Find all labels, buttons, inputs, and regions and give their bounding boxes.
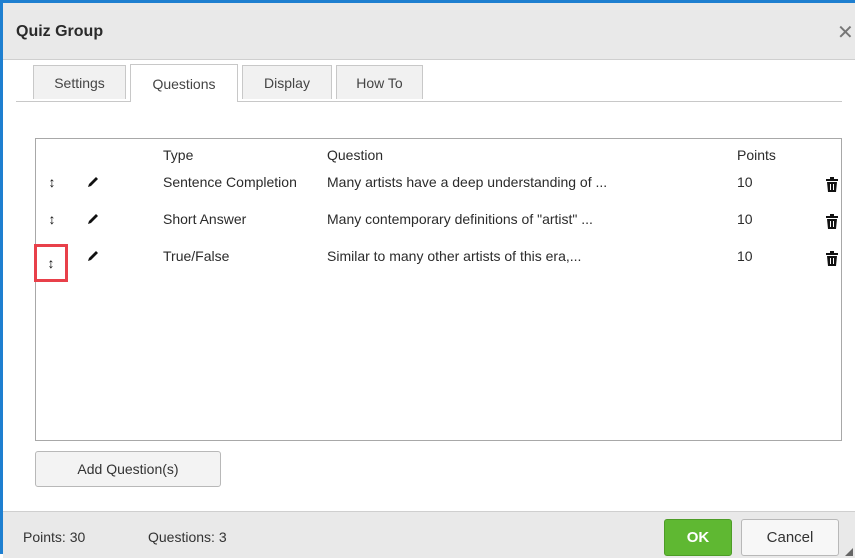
tab-display[interactable]: Display xyxy=(242,65,332,99)
tab-bar: Settings Questions Display How To xyxy=(16,61,842,102)
dialog-titlebar: Quiz Group ✕ xyxy=(3,3,855,60)
ok-button[interactable]: OK xyxy=(664,519,732,556)
tab-settings[interactable]: Settings xyxy=(33,65,126,99)
dialog-title: Quiz Group xyxy=(16,23,104,40)
trash-icon[interactable] xyxy=(825,214,839,230)
question-points: 10 xyxy=(737,248,753,264)
table-row: ↕ True/False Similar to many other artis… xyxy=(34,244,841,282)
pencil-icon[interactable] xyxy=(85,174,101,190)
tab-how-to[interactable]: How To xyxy=(336,65,423,99)
questions-count: Questions: 3 xyxy=(148,529,227,545)
question-type: Sentence Completion xyxy=(163,174,297,190)
column-header-question: Question xyxy=(327,147,384,163)
dialog-footer: Points: 30 Questions: 3 OK Cancel xyxy=(3,511,855,558)
move-vertical-icon[interactable]: ↕ xyxy=(42,172,62,192)
trash-icon[interactable] xyxy=(825,177,839,193)
trash-icon[interactable] xyxy=(825,251,839,267)
question-text: Similar to many other artists of this er… xyxy=(327,248,582,264)
question-text: Many artists have a deep understanding o… xyxy=(327,174,608,190)
column-header-points: Points xyxy=(737,147,776,163)
table-row: ↕ Short Answer Many contemporary definit… xyxy=(36,209,841,233)
questions-table: Type Question Points ↕ Sentence Completi… xyxy=(34,138,842,441)
move-vertical-icon[interactable]: ↕ xyxy=(42,209,62,229)
close-icon[interactable]: ✕ xyxy=(837,20,853,45)
pencil-icon[interactable] xyxy=(85,211,101,227)
points-total: Points: 30 xyxy=(23,529,86,545)
resize-grip-icon[interactable] xyxy=(845,548,853,556)
question-text: Many contemporary definitions of "artist… xyxy=(327,211,593,227)
column-header-type: Type xyxy=(163,147,194,163)
table-row: ↕ Sentence Completion Many artists have … xyxy=(36,172,841,196)
question-points: 10 xyxy=(737,211,753,227)
move-vertical-icon[interactable]: ↕ xyxy=(34,244,68,282)
quiz-group-dialog: Quiz Group ✕ Settings Questions Display … xyxy=(0,0,855,558)
cancel-button[interactable]: Cancel xyxy=(741,519,839,556)
question-type: True/False xyxy=(163,248,230,264)
pencil-icon[interactable] xyxy=(85,248,101,264)
add-questions-button[interactable]: Add Question(s) xyxy=(35,451,221,487)
question-points: 10 xyxy=(737,174,753,190)
tab-questions[interactable]: Questions xyxy=(130,64,238,102)
question-type: Short Answer xyxy=(163,211,247,227)
